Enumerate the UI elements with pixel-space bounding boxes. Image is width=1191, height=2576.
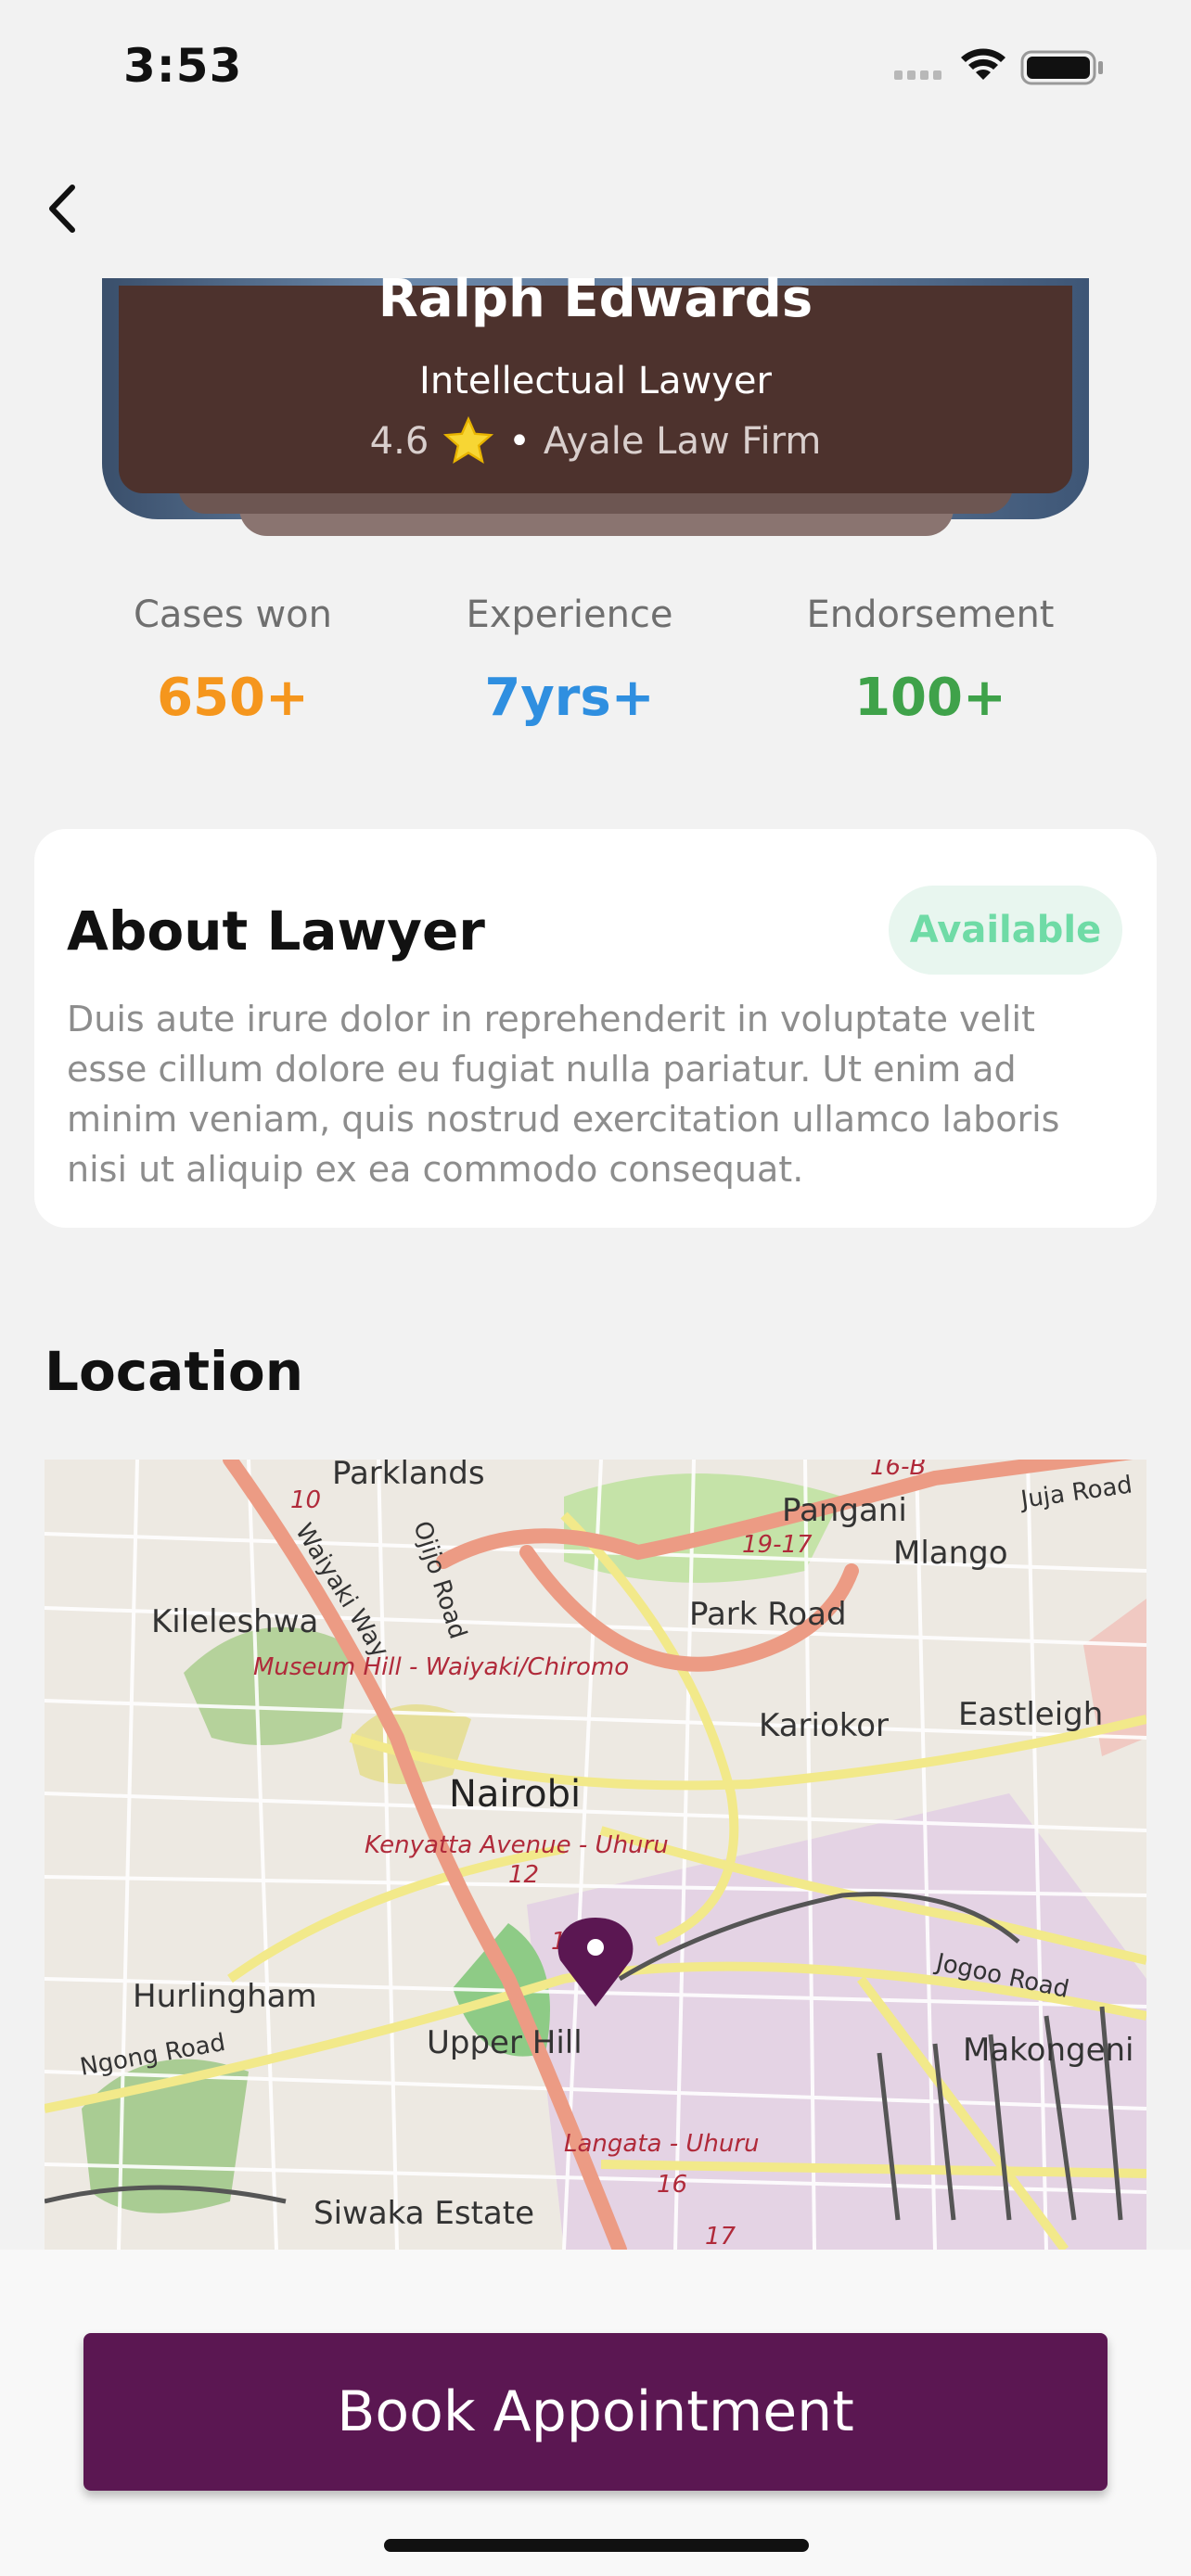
- map-label: 10: [290, 1486, 321, 1514]
- stat-value: 100+: [854, 668, 1006, 728]
- map-label: Museum Hill - Waiyaki/Chiromo: [253, 1653, 629, 1681]
- lawyer-title: Intellectual Lawyer: [419, 360, 772, 402]
- about-title: About Lawyer: [67, 899, 485, 963]
- stat-experience: Experience 7yrs+: [430, 593, 709, 728]
- star-icon: [443, 415, 494, 465]
- stat-label: Experience: [466, 593, 673, 636]
- stat-endorsement: Endorsement 100+: [791, 593, 1069, 728]
- battery-icon: [1020, 50, 1103, 85]
- map-label: Mlango: [893, 1535, 1008, 1572]
- map-label: 16: [657, 2171, 687, 2199]
- map-label: Hurlingham: [133, 1978, 317, 2015]
- map-label: Makongeni: [963, 2032, 1134, 2069]
- availability-badge: Available: [889, 886, 1122, 975]
- location-title: Location: [45, 1340, 304, 1403]
- stat-label: Endorsement: [806, 593, 1055, 636]
- law-firm: Ayale Law Firm: [543, 420, 822, 463]
- map-label: Kileleshwa: [151, 1603, 318, 1640]
- map-label: Langata - Uhuru: [564, 2130, 760, 2158]
- map-label: 19-17: [742, 1531, 813, 1559]
- map-label: Kariokor: [759, 1707, 889, 1744]
- map-label: 12: [508, 1861, 539, 1889]
- map-label: Pangani: [782, 1492, 907, 1529]
- stat-value: 7yrs+: [484, 668, 655, 728]
- map-label: 17: [705, 2223, 736, 2250]
- book-appointment-button[interactable]: Book Appointment: [83, 2333, 1108, 2491]
- home-indicator[interactable]: [384, 2539, 809, 2552]
- meta-separator: •: [508, 420, 531, 463]
- map-label: 16-B: [870, 1460, 926, 1481]
- map-label: Park Road: [689, 1596, 847, 1633]
- status-time: 3:53: [123, 39, 243, 93]
- map-label: Eastleigh: [958, 1696, 1103, 1733]
- signal-icon: [894, 70, 941, 80]
- stat-value: 650+: [157, 668, 309, 728]
- map-graphic: Parklands Pangani Mlango Kileleshwa Park…: [45, 1460, 1146, 2250]
- back-icon[interactable]: [37, 176, 93, 241]
- wifi-icon: [961, 48, 1005, 80]
- map-label: Upper Hill: [427, 2024, 583, 2061]
- map-label: Parklands: [332, 1460, 485, 1492]
- lawyer-meta: 4.6 • Ayale Law Firm: [119, 415, 1072, 467]
- lawyer-name: Ralph Edwards: [378, 269, 813, 329]
- map-label: Kenyatta Avenue - Uhuru: [365, 1831, 669, 1859]
- map-label: Siwaka Estate: [314, 2195, 534, 2232]
- map-label: Nairobi: [449, 1773, 581, 1816]
- rating-value: 4.6: [369, 420, 429, 463]
- status-icons: [894, 48, 1103, 85]
- stat-cases-won: Cases won 650+: [94, 593, 372, 728]
- stat-label: Cases won: [134, 593, 332, 636]
- about-description: Duis aute irure dolor in reprehenderit i…: [67, 999, 1060, 1190]
- location-map[interactable]: Parklands Pangani Mlango Kileleshwa Park…: [45, 1460, 1146, 2250]
